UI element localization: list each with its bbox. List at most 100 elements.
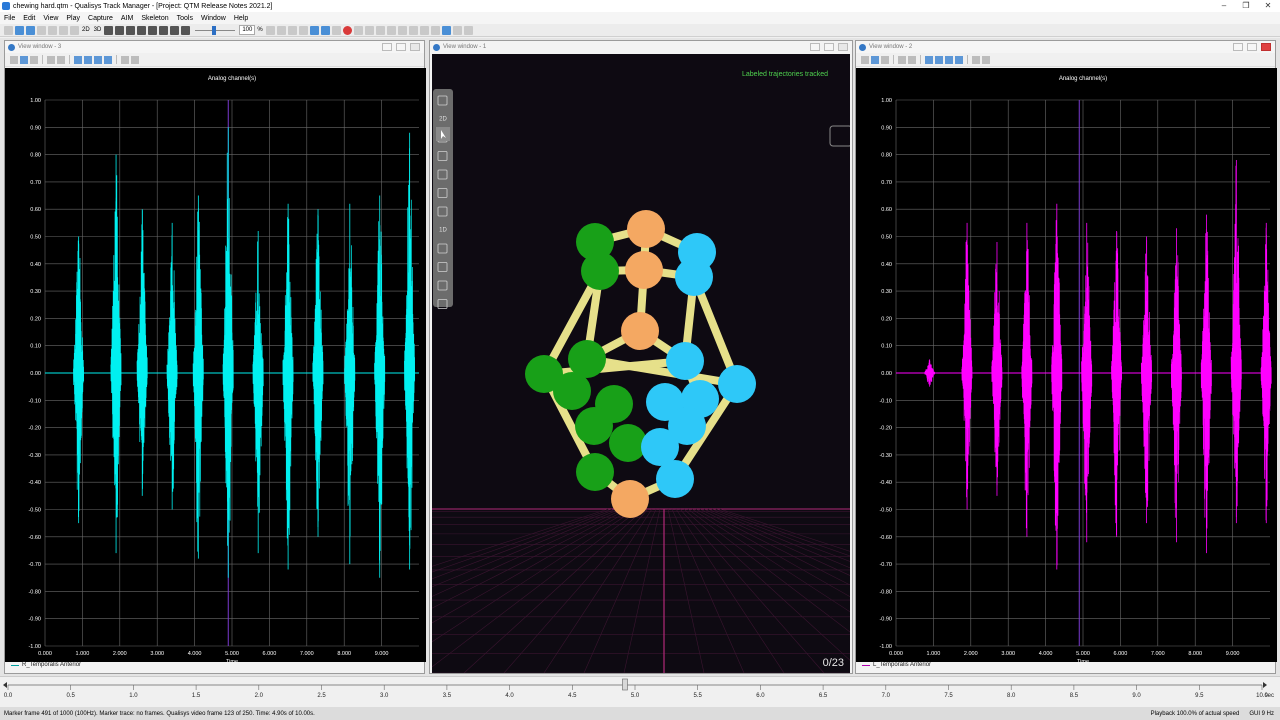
- tool-button-label[interactable]: 2D: [439, 117, 447, 123]
- cut-icon[interactable]: [298, 25, 308, 35]
- marker-g9[interactable]: [576, 453, 614, 491]
- copy-icon[interactable]: [881, 55, 889, 64]
- undo-icon[interactable]: [59, 25, 68, 35]
- menu-capture[interactable]: Capture: [84, 15, 117, 22]
- process-icon[interactable]: [408, 25, 418, 35]
- bone-tool-icon[interactable]: [320, 25, 330, 35]
- window-minimize-button[interactable]: [382, 43, 392, 51]
- axis-icon[interactable]: [47, 55, 55, 64]
- gear-icon[interactable]: [397, 25, 407, 35]
- new-file-icon[interactable]: [4, 25, 13, 35]
- window-close-button[interactable]: [838, 43, 848, 51]
- window-close-button[interactable]: [410, 43, 420, 51]
- window-minimize-button[interactable]: [1233, 43, 1243, 51]
- window-titlebar[interactable]: View window - 1: [430, 41, 852, 53]
- minimize-button[interactable]: –: [1212, 0, 1236, 12]
- marker-g8[interactable]: [609, 424, 647, 462]
- layout-2-icon[interactable]: [430, 25, 440, 35]
- open-icon[interactable]: [10, 55, 18, 64]
- layout-b-icon[interactable]: [935, 55, 943, 64]
- step-back-icon[interactable]: [126, 25, 136, 35]
- record-icon[interactable]: [342, 25, 352, 35]
- save-icon[interactable]: [20, 55, 28, 64]
- close-button[interactable]: ✕: [1256, 0, 1280, 12]
- layout-3-icon[interactable]: [441, 25, 451, 35]
- menu-view[interactable]: View: [39, 15, 62, 22]
- layout-a-icon[interactable]: [925, 55, 933, 64]
- open-file-icon[interactable]: [15, 25, 24, 35]
- window-titlebar[interactable]: View window - 3: [5, 41, 424, 53]
- play-back-icon[interactable]: [137, 25, 147, 35]
- marker-g2[interactable]: [581, 252, 619, 290]
- rigid-body-icon[interactable]: [375, 25, 385, 35]
- menu-tools[interactable]: Tools: [173, 15, 197, 22]
- timeline[interactable]: 0.0 0.5 1.0 1.5 2.0 2.5 3.0 3.5 4.0 4.5 5.0 5.5 6.0 6…: [0, 677, 1280, 707]
- layout-d-icon[interactable]: [104, 55, 112, 64]
- zoom-icon[interactable]: [972, 55, 980, 64]
- window-maximize-button[interactable]: [1247, 43, 1257, 51]
- fill-icon[interactable]: [276, 25, 286, 35]
- menu-edit[interactable]: Edit: [19, 15, 39, 22]
- filter-icon[interactable]: [57, 55, 65, 64]
- window-titlebar[interactable]: View window - 2: [856, 41, 1275, 53]
- analog-icon[interactable]: [331, 25, 341, 35]
- menu-window[interactable]: Window: [197, 15, 230, 22]
- open-icon[interactable]: [861, 55, 869, 64]
- marker-o3[interactable]: [621, 312, 659, 350]
- save-icon[interactable]: [26, 25, 35, 35]
- layout-c-icon[interactable]: [94, 55, 102, 64]
- wrench-icon[interactable]: [982, 55, 990, 64]
- calibrate-icon[interactable]: [386, 25, 396, 35]
- window-close-button[interactable]: [1261, 43, 1271, 51]
- step-forward-icon[interactable]: [170, 25, 180, 35]
- first-frame-icon[interactable]: [115, 25, 125, 35]
- menu-skeleton[interactable]: Skeleton: [137, 15, 172, 22]
- view-window-right[interactable]: View window - 2 Analog channel(s) 1.00 0.9…: [855, 40, 1277, 674]
- capture-icon[interactable]: [37, 25, 46, 35]
- layout-4-icon[interactable]: [452, 25, 462, 35]
- menu-aim[interactable]: AIM: [117, 15, 137, 22]
- window-minimize-button[interactable]: [810, 43, 820, 51]
- marker-o1[interactable]: [627, 210, 665, 248]
- menu-help[interactable]: Help: [230, 15, 252, 22]
- marker-g3[interactable]: [568, 340, 606, 378]
- layout-5-icon[interactable]: [463, 25, 473, 35]
- marker-icon[interactable]: [353, 25, 363, 35]
- window-maximize-button[interactable]: [396, 43, 406, 51]
- view-window-3d[interactable]: View window - 1 2D 1D Labeled trajectories…: [429, 40, 853, 674]
- menu-file[interactable]: File: [0, 15, 19, 22]
- filter-icon[interactable]: [908, 55, 916, 64]
- analog-plot-right[interactable]: Analog channel(s) 1.00 0.90 0.80 0.70 0.60 0.5…: [856, 68, 1277, 662]
- marker-o2[interactable]: [625, 251, 663, 289]
- select-tool-icon[interactable]: [309, 25, 319, 35]
- stop-playback-icon[interactable]: [148, 25, 158, 35]
- marker-b9[interactable]: [656, 460, 694, 498]
- view-2d-button[interactable]: 2D: [81, 26, 91, 35]
- redo-icon[interactable]: [70, 25, 79, 35]
- view-window-left[interactable]: View window - 3 Analog channel(s) 1.00 0.9…: [4, 40, 426, 674]
- settings-icon[interactable]: [48, 25, 57, 35]
- tool-button-label[interactable]: 1D: [439, 228, 447, 234]
- timeline-playhead[interactable]: [622, 678, 628, 691]
- zoom-icon[interactable]: [121, 55, 129, 64]
- stop-icon[interactable]: [104, 25, 114, 35]
- maximize-button[interactable]: ❐: [1234, 0, 1258, 12]
- layout-d-icon[interactable]: [955, 55, 963, 64]
- marker-o4[interactable]: [611, 480, 649, 518]
- window-maximize-button[interactable]: [824, 43, 834, 51]
- marker-b4[interactable]: [718, 365, 756, 403]
- play-icon[interactable]: [159, 25, 169, 35]
- speed-value[interactable]: 100: [239, 25, 256, 35]
- axis-icon[interactable]: [898, 55, 906, 64]
- marker-g7[interactable]: [575, 407, 613, 445]
- layout-c-icon[interactable]: [945, 55, 953, 64]
- marker-b3[interactable]: [666, 342, 704, 380]
- smooth-icon[interactable]: [287, 25, 297, 35]
- layout-1-icon[interactable]: [419, 25, 429, 35]
- copy-icon[interactable]: [30, 55, 38, 64]
- 3d-scene[interactable]: 2D 1D Labeled trajectories tracked 0/23: [432, 54, 850, 673]
- last-frame-icon[interactable]: [181, 25, 191, 35]
- menu-play[interactable]: Play: [62, 15, 84, 22]
- playback-speed-slider[interactable]: [195, 25, 236, 35]
- analog-plot-left[interactable]: Analog channel(s) 1.00 0.90 0.80 0.70 0.60 0.5…: [5, 68, 426, 662]
